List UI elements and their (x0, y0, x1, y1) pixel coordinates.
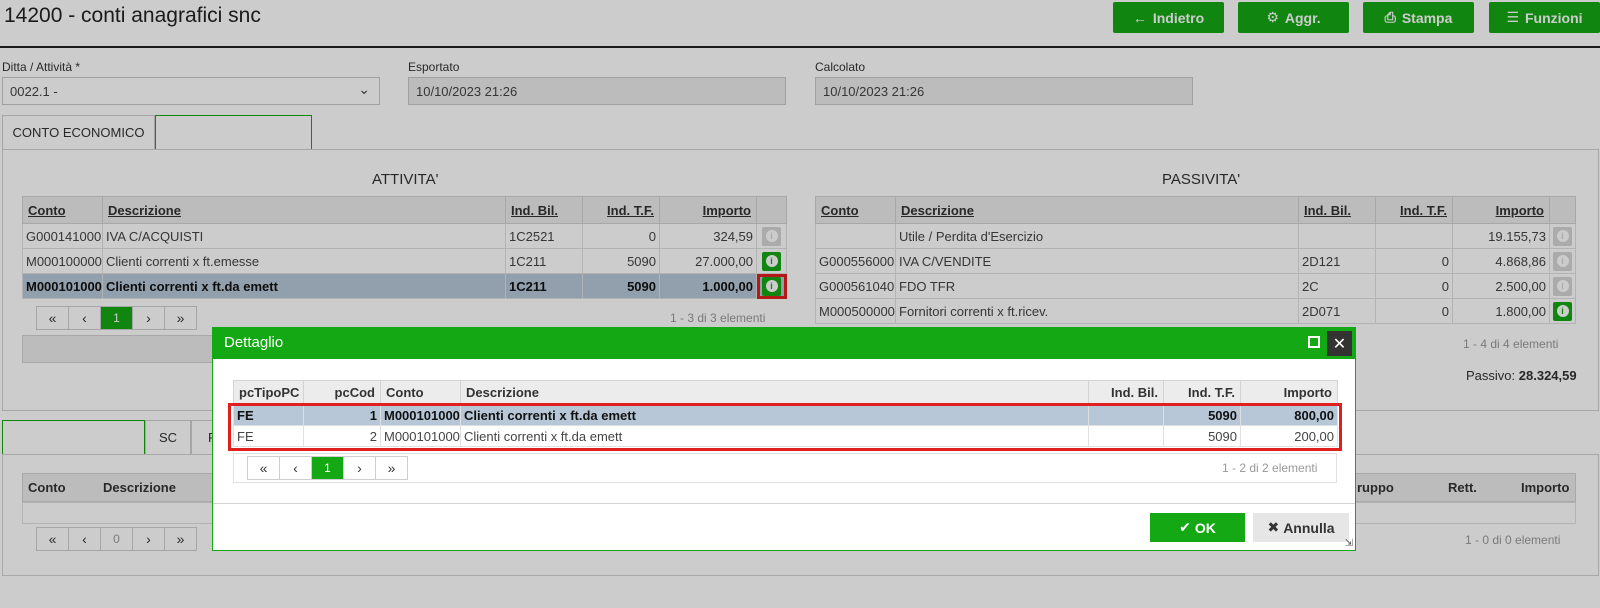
close-icon[interactable]: ✕ (1327, 331, 1352, 356)
maximize-icon[interactable] (1308, 336, 1320, 348)
resize-handle-icon[interactable]: ⇲ (1345, 538, 1353, 549)
ok-button[interactable]: ✔ OK (1150, 513, 1245, 542)
dialog-title: Dettaglio (224, 334, 284, 351)
col-pccod[interactable]: pcCod (303, 380, 381, 405)
ok-button-label: OK (1194, 519, 1216, 536)
cancel-button[interactable]: ✖ Annulla (1253, 513, 1349, 542)
dialog-header: Dettaglio (213, 328, 1355, 359)
detail-pager: « ‹ 1 › » (247, 456, 408, 480)
pager-prev[interactable]: ‹ (279, 456, 312, 480)
col-ind-tf[interactable]: Ind. T.F. (1163, 380, 1241, 405)
col-importo[interactable]: Importo (1240, 380, 1338, 405)
dialog-footer-divider (213, 503, 1355, 504)
x-icon: ✖ (1267, 519, 1280, 535)
highlight-box (228, 403, 1342, 451)
detail-pager-info: 1 - 2 di 2 elementi (1222, 461, 1318, 475)
col-ind-bil[interactable]: Ind. Bil. (1088, 380, 1164, 405)
pager-page[interactable]: 1 (311, 456, 344, 480)
pager-first[interactable]: « (247, 456, 280, 480)
pager-last[interactable]: » (375, 456, 408, 480)
check-icon: ✔ (1179, 519, 1191, 535)
detail-dialog: Dettaglio ✕ pcTipoPC pcCod Conto Descriz… (212, 327, 1356, 551)
pager-next[interactable]: › (343, 456, 376, 480)
col-conto[interactable]: Conto (380, 380, 461, 405)
cancel-button-label: Annulla (1283, 519, 1335, 536)
col-pctipopc[interactable]: pcTipoPC (233, 380, 304, 405)
col-descrizione[interactable]: Descrizione (460, 380, 1089, 405)
